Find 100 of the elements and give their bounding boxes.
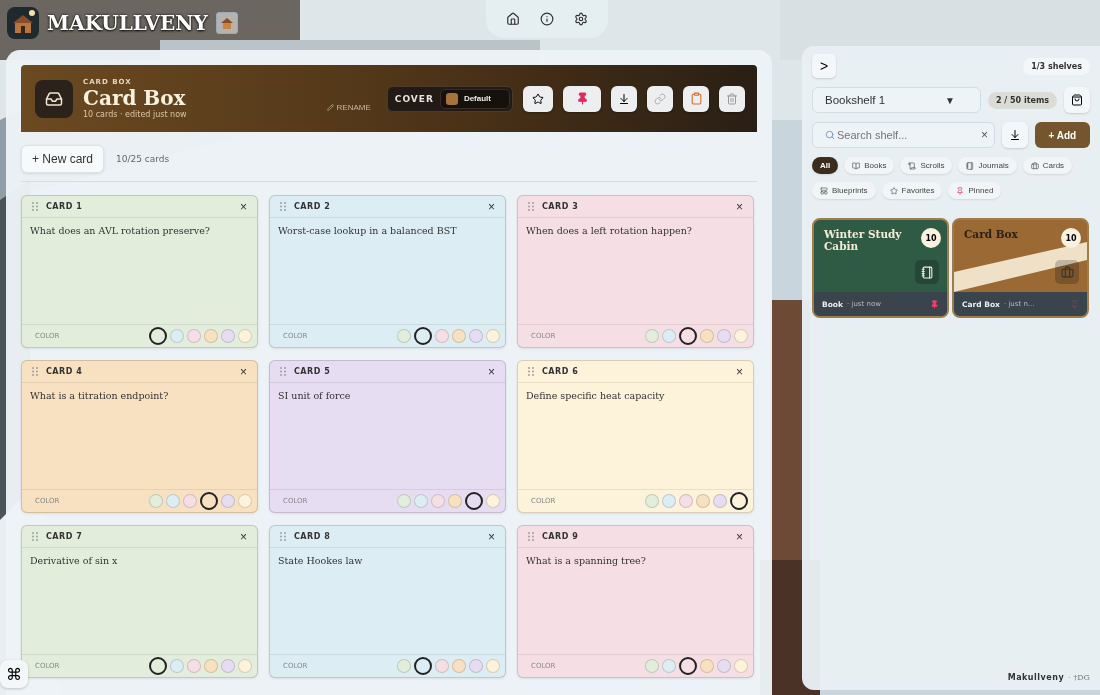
star-button[interactable] bbox=[523, 85, 553, 112]
drag-handle-icon[interactable] bbox=[280, 532, 286, 541]
add-button[interactable]: + Add bbox=[1034, 122, 1090, 148]
bag-icon bbox=[1071, 94, 1083, 106]
cover-label: COVER bbox=[394, 93, 434, 104]
card-text: What does an AVL rotation preserve? bbox=[29, 224, 211, 238]
card-text: When does a left rotation happen? bbox=[525, 224, 693, 238]
drag-handle-icon[interactable] bbox=[280, 367, 286, 376]
item-badge: 10 bbox=[921, 228, 941, 248]
drag-handle-icon[interactable] bbox=[528, 367, 534, 376]
close-button[interactable]: × bbox=[488, 529, 495, 544]
book-icon bbox=[915, 260, 939, 284]
filter-chip[interactable]: All bbox=[812, 157, 839, 174]
trash-button[interactable] bbox=[719, 85, 745, 112]
briefcase-icon bbox=[1030, 161, 1039, 170]
book-icon bbox=[852, 161, 861, 170]
close-button[interactable]: × bbox=[240, 199, 247, 214]
filter-chip[interactable]: Favorites bbox=[881, 182, 943, 199]
close-button[interactable]: × bbox=[240, 529, 247, 544]
shortcut-button[interactable]: ⌘ bbox=[0, 660, 28, 688]
settings-icon[interactable] bbox=[572, 10, 590, 28]
card-text: Define specific heat capacity bbox=[525, 389, 666, 403]
card-text: What is a titration endpoint? bbox=[29, 389, 170, 403]
shelves-count: 1/3 shelves bbox=[1023, 57, 1090, 75]
briefcase-icon bbox=[1055, 260, 1079, 284]
box-subtitle: 10 cards · edited just now bbox=[83, 110, 188, 119]
close-button[interactable]: × bbox=[240, 364, 247, 379]
items-count: 2 / 50 items bbox=[987, 91, 1057, 109]
link-button[interactable] bbox=[647, 85, 673, 112]
trash-icon bbox=[726, 92, 738, 105]
close-button[interactable]: × bbox=[736, 364, 743, 379]
drag-handle-icon[interactable] bbox=[528, 532, 534, 541]
color-swatch[interactable] bbox=[414, 657, 432, 675]
app-title: MAKULLVENY bbox=[47, 11, 208, 35]
footer-mark: · †DG bbox=[1068, 673, 1090, 682]
shelf-select[interactable]: Bookshelf 1 ▼ bbox=[812, 87, 981, 113]
rename-button[interactable]: RENAME bbox=[320, 102, 377, 113]
color-swatch[interactable] bbox=[149, 657, 167, 675]
close-button[interactable]: × bbox=[488, 199, 495, 214]
pin-button[interactable] bbox=[563, 85, 601, 112]
cabin-logo-icon[interactable] bbox=[7, 7, 39, 39]
color-swatch[interactable] bbox=[730, 492, 748, 510]
filter-chip[interactable]: Cards bbox=[1022, 157, 1073, 174]
card-text: State Hookes law bbox=[277, 554, 364, 568]
card-text: SI unit of force bbox=[277, 389, 352, 403]
notebook-icon bbox=[966, 161, 975, 170]
pin-icon bbox=[956, 186, 965, 195]
house-icon bbox=[219, 16, 234, 30]
filter-chip[interactable]: Journals bbox=[958, 157, 1017, 174]
search-icon bbox=[825, 130, 835, 140]
item-title: Winter Study Cabin bbox=[824, 228, 903, 252]
bag-button[interactable] bbox=[1064, 87, 1090, 113]
pin-icon[interactable] bbox=[930, 299, 939, 309]
filter-chip[interactable]: Blueprints bbox=[812, 182, 876, 199]
cover-select[interactable]: Default bbox=[439, 88, 510, 109]
search-field[interactable]: Search shelf... × bbox=[812, 122, 995, 148]
color-swatch[interactable] bbox=[200, 492, 218, 510]
color-swatch[interactable] bbox=[414, 327, 432, 345]
close-button[interactable]: × bbox=[736, 199, 743, 214]
color-swatch[interactable] bbox=[679, 657, 697, 675]
close-button[interactable]: × bbox=[488, 364, 495, 379]
download-icon bbox=[1008, 129, 1021, 141]
card-title: CARD 8 bbox=[294, 532, 332, 541]
info-icon[interactable] bbox=[538, 10, 556, 28]
download-icon bbox=[618, 92, 630, 105]
item-badge: 10 bbox=[1061, 228, 1081, 248]
card-text: Worst-case lookup in a balanced BST bbox=[277, 224, 458, 238]
footer-brand: Makullveny bbox=[1007, 673, 1065, 682]
color-swatch[interactable] bbox=[679, 327, 697, 345]
pencil-icon bbox=[326, 104, 334, 111]
panel-icon bbox=[820, 186, 828, 195]
pin-icon[interactable] bbox=[1070, 299, 1079, 309]
drag-handle-icon[interactable] bbox=[280, 202, 286, 211]
drag-handle-icon[interactable] bbox=[32, 202, 38, 211]
filter-chip[interactable]: Scrolls bbox=[900, 157, 953, 174]
clipboard-button[interactable] bbox=[683, 85, 709, 112]
home-icon[interactable] bbox=[504, 10, 522, 28]
drag-handle-icon[interactable] bbox=[32, 532, 38, 541]
link-icon bbox=[654, 92, 666, 105]
new-card-button[interactable]: + New card bbox=[21, 145, 105, 173]
download-button[interactable] bbox=[611, 85, 637, 112]
color-swatch[interactable] bbox=[149, 327, 167, 345]
star-icon bbox=[532, 92, 544, 105]
pin-icon bbox=[575, 92, 589, 105]
item-title: Card Box bbox=[964, 228, 1019, 240]
filter-chip[interactable]: Pinned bbox=[948, 182, 1002, 199]
filter-chip[interactable]: Books bbox=[844, 157, 895, 174]
close-button[interactable]: × bbox=[736, 529, 743, 544]
color-swatch[interactable] bbox=[465, 492, 483, 510]
clipboard-icon bbox=[689, 92, 703, 105]
collapse-button[interactable]: > bbox=[812, 54, 836, 78]
card-title: CARD 7 bbox=[46, 532, 84, 541]
cabin-button[interactable] bbox=[215, 12, 238, 34]
card-count: 10/25 cards bbox=[116, 154, 170, 164]
drag-handle-icon[interactable] bbox=[32, 367, 38, 376]
card-title: CARD 5 bbox=[294, 367, 332, 376]
box-title: Card Box bbox=[83, 86, 187, 110]
card-title: CARD 9 bbox=[542, 532, 580, 541]
clear-button[interactable]: × bbox=[981, 128, 988, 142]
drag-handle-icon[interactable] bbox=[528, 202, 534, 211]
